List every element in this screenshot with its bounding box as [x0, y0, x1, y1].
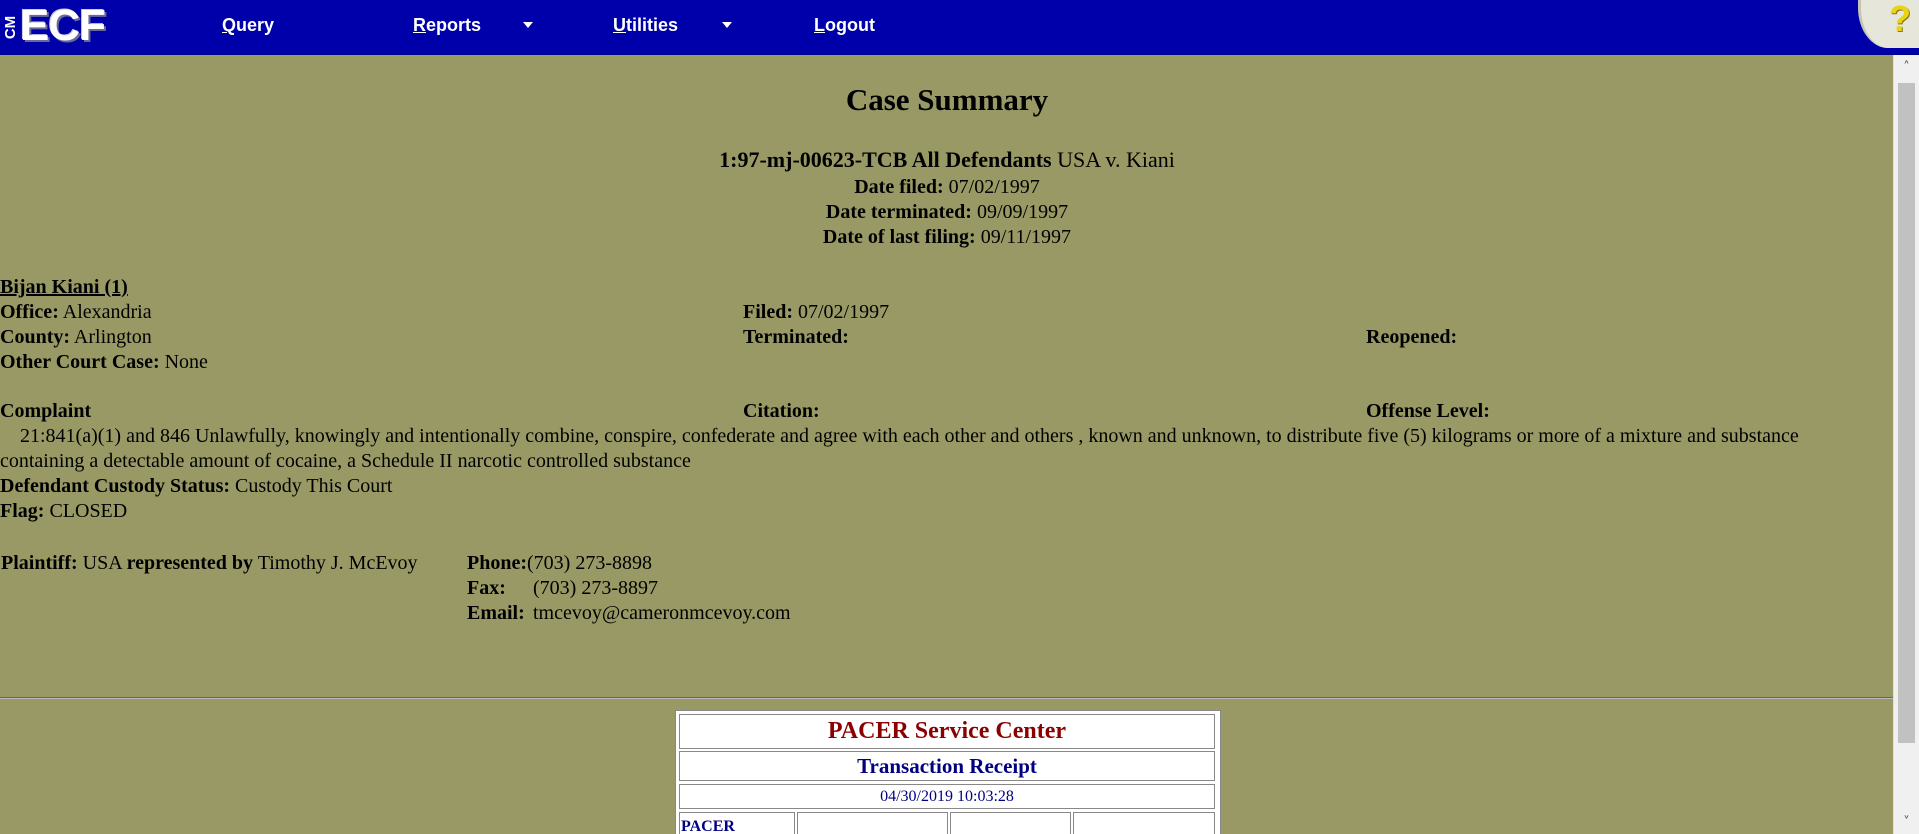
citation-label: Citation: — [743, 400, 820, 422]
fax-label: Fax: — [467, 577, 506, 599]
reopened-field: Reopened: — [1366, 325, 1457, 350]
scroll-up-arrow-icon[interactable]: ˄ — [1894, 55, 1919, 79]
other-court-case-value: None — [164, 351, 208, 373]
reports-dropdown-caret-icon[interactable] — [523, 22, 533, 28]
terminated-label: Terminated: — [743, 326, 849, 348]
attorney-email-field: Email: — [467, 601, 525, 626]
utilities-dropdown-caret-icon[interactable] — [722, 22, 732, 28]
receipt-pacer-label: PACER — [681, 818, 735, 834]
receipt-title: PACER Service Center — [679, 714, 1215, 749]
logo-ecf-text: ECF — [20, 1, 106, 50]
custody-status-value: Custody This Court — [235, 475, 393, 497]
date-filed-value: 07/02/1997 — [948, 176, 1040, 198]
receipt-cell-pacer-login: PACER — [679, 812, 795, 834]
attorney-name: Timothy J. McEvoy — [257, 552, 418, 574]
case-heading: 1:97-mj-00623-TCB All Defendants USA v. … — [0, 147, 1894, 173]
other-court-case-label: Other Court Case: — [0, 351, 160, 373]
nav-reports-label: eports — [426, 15, 482, 35]
complaint-heading: Complaint — [0, 399, 91, 424]
flag-value: CLOSED — [49, 500, 128, 522]
plaintiff-name: USA — [82, 552, 122, 574]
represented-by-label: represented by — [126, 552, 254, 574]
fax-value: (703) 273-8897 — [533, 577, 658, 599]
nav-logout-accesskey: L — [814, 15, 825, 35]
custody-status-label: Defendant Custody Status: — [0, 475, 231, 497]
nav-utilities-link[interactable]: Utilities — [613, 15, 678, 36]
receipt-subtitle: Transaction Receipt — [679, 751, 1215, 781]
charge-text: 21:841(a)(1) and 846 Unlawfully, knowing… — [0, 425, 1799, 472]
vertical-scrollbar[interactable]: ˄ ˅ — [1893, 55, 1919, 834]
page-title: Case Summary — [845, 82, 1049, 117]
offense-level-label: Offense Level: — [1366, 400, 1490, 422]
help-button[interactable]: ? — [1858, 0, 1919, 48]
charge-description: 21:841(a)(1) and 846 Unlawfully, knowing… — [0, 424, 1880, 474]
date-last-filing-label: Date of last filing: — [822, 226, 976, 248]
cmecf-logo[interactable]: CM ECF — [0, 0, 126, 54]
county-field: County: Arlington — [0, 325, 152, 350]
nav-logout-label: ogout — [825, 15, 875, 35]
pacer-receipt: PACER Service Center Transaction Receipt… — [675, 710, 1221, 834]
complaint-label: Complaint — [0, 400, 92, 422]
nav-utilities-label: tilities — [626, 15, 679, 35]
email-label: Email: — [467, 602, 525, 624]
custody-status-field: Defendant Custody Status: Custody This C… — [0, 474, 392, 499]
help-question-icon: ? — [1889, 0, 1911, 39]
top-navigation-bar: CM ECF Query Reports Utilities Logout ? — [0, 0, 1919, 55]
nav-query-label: uery — [236, 15, 275, 35]
nav-query-link[interactable]: Query — [222, 15, 274, 36]
date-terminated-row: Date terminated: 09/09/1997 — [0, 200, 1894, 225]
nav-reports-link[interactable]: Reports — [413, 15, 481, 36]
section-divider — [0, 697, 1894, 699]
other-court-case-field: Other Court Case: None — [0, 350, 208, 375]
receipt-cell — [950, 812, 1071, 834]
terminated-field: Terminated: — [743, 325, 849, 350]
office-label: Office: — [0, 301, 59, 323]
date-terminated-label: Date terminated: — [825, 201, 972, 223]
plaintiff-row: Plaintiff: USA represented by Timothy J.… — [1, 551, 418, 576]
logo-cm-label: CM — [2, 15, 20, 39]
reopened-label: Reopened: — [1366, 326, 1458, 348]
flag-label: Flag: — [0, 500, 45, 522]
date-last-filing-value: 09/11/1997 — [980, 226, 1072, 248]
nav-reports-accesskey: R — [413, 15, 426, 35]
office-field: Office: Alexandria — [0, 300, 152, 325]
attorney-fax-field: Fax: — [467, 576, 506, 601]
receipt-cell — [797, 812, 948, 834]
citation-heading: Citation: — [743, 399, 820, 424]
nav-logout-link[interactable]: Logout — [814, 15, 875, 36]
receipt-cell — [1073, 812, 1215, 834]
date-terminated-value: 09/09/1997 — [976, 201, 1069, 223]
filed-value: 07/02/1997 — [798, 301, 890, 323]
email-value: tmcevoy@cameronmcevoy.com — [533, 602, 791, 624]
phone-value: (703) 273-8898 — [527, 552, 652, 574]
nav-query-accesskey: Q — [222, 15, 237, 35]
phone-label: Phone: — [467, 552, 527, 574]
scroll-down-arrow-icon[interactable]: ˅ — [1894, 810, 1919, 834]
offense-level-heading: Offense Level: — [1366, 399, 1490, 424]
plaintiff-label: Plaintiff: — [1, 552, 78, 574]
office-value: Alexandria — [62, 301, 152, 323]
attorney-phone-field: Phone:(703) 273-8898 — [467, 551, 652, 576]
scrollbar-thumb[interactable] — [1898, 83, 1915, 743]
date-last-filing-row: Date of last filing: 09/11/1997 — [0, 225, 1894, 250]
filed-field: Filed: 07/02/1997 — [743, 300, 889, 325]
date-filed-row: Date filed: 07/02/1997 — [0, 175, 1894, 200]
case-title: USA v. Kiani — [1057, 147, 1175, 172]
date-filed-label: Date filed: — [854, 176, 944, 198]
case-summary-content: Case Summary 1:97-mj-00623-TCB All Defen… — [0, 55, 1894, 834]
filed-label: Filed: — [743, 301, 793, 323]
flag-field: Flag: CLOSED — [0, 499, 127, 524]
nav-utilities-accesskey: U — [613, 15, 626, 35]
defendant-name-link[interactable]: Bijan Kiani (1) — [0, 275, 128, 300]
case-number: 1:97-mj-00623-TCB All Defendants — [719, 147, 1052, 172]
logo-cm-text: CM — [2, 6, 20, 48]
county-label: County: — [0, 326, 71, 348]
county-value: Arlington — [73, 326, 152, 348]
receipt-timestamp: 04/30/2019 10:03:28 — [679, 784, 1215, 809]
